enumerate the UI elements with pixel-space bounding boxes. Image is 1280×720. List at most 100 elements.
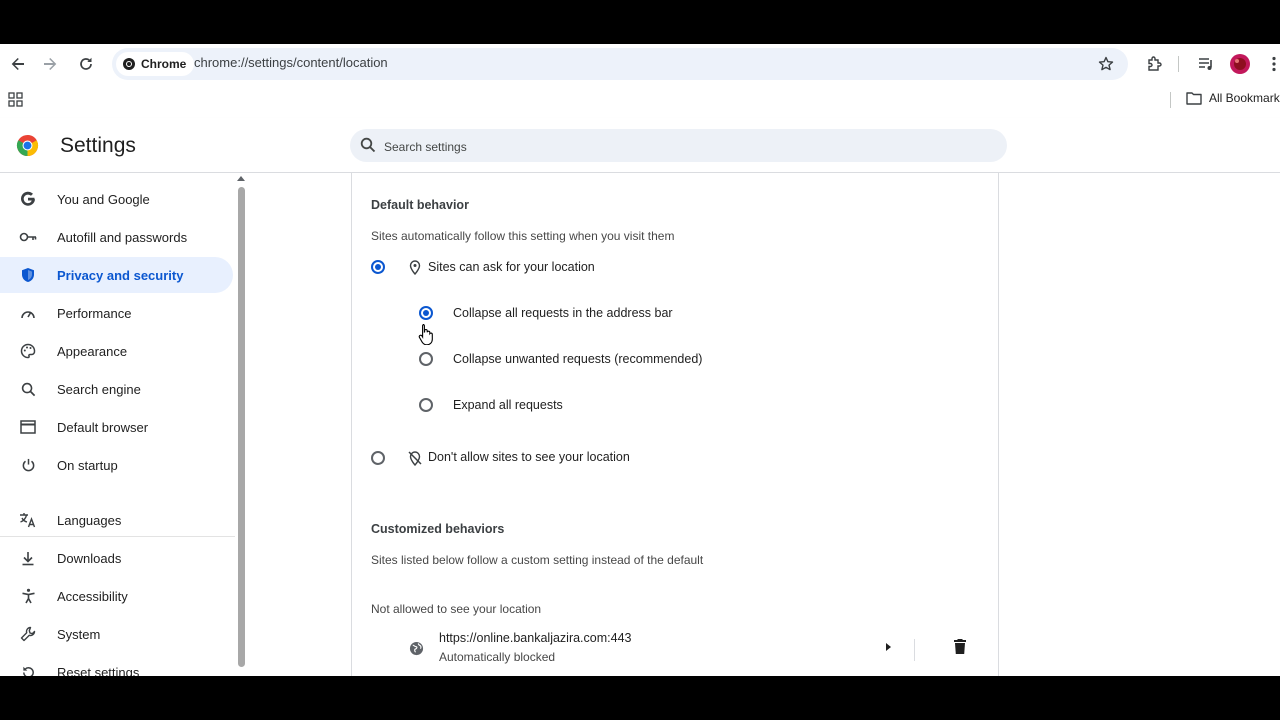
- folder-icon: [1186, 92, 1202, 105]
- location-settings-card: Default behavior Sites automatically fol…: [351, 173, 999, 676]
- all-bookmarks-button[interactable]: All Bookmarks: [1186, 91, 1280, 105]
- radio-expand-all[interactable]: [419, 398, 433, 412]
- site-url: https://online.bankaljazira.com:443: [439, 631, 632, 645]
- browser-window: Chrome chrome://settings/content/locatio…: [0, 44, 1280, 676]
- default-behavior-heading: Default behavior: [371, 198, 469, 212]
- sidebar-item-label: Performance: [57, 305, 132, 321]
- settings-main: Default behavior Sites automatically fol…: [248, 173, 1280, 676]
- radio-dont-allow[interactable]: [371, 451, 385, 465]
- option-dont-allow-label[interactable]: Don't allow sites to see your location: [428, 450, 630, 464]
- customized-behaviors-description: Sites listed below follow a custom setti…: [371, 553, 704, 567]
- profile-avatar[interactable]: [1228, 52, 1252, 76]
- toolbar-divider: [1178, 56, 1179, 72]
- sidebar-item-languages[interactable]: Languages: [0, 502, 233, 538]
- google-g-icon: [19, 190, 37, 208]
- chrome-logo-icon: [16, 134, 39, 157]
- delete-site-button[interactable]: [951, 637, 969, 655]
- sidebar-item-you-and-google[interactable]: You and Google: [0, 181, 233, 217]
- translate-icon: [19, 511, 37, 529]
- customized-behaviors-heading: Customized behaviors: [371, 522, 505, 536]
- reset-icon: [19, 663, 37, 676]
- option-sites-can-ask-label[interactable]: Sites can ask for your location: [428, 260, 595, 274]
- sidebar-item-performance[interactable]: Performance: [0, 295, 233, 331]
- trash-icon: [954, 638, 966, 654]
- radio-collapse-all[interactable]: [419, 306, 433, 320]
- site-info-chip[interactable]: Chrome: [116, 52, 195, 76]
- apps-button[interactable]: [8, 92, 23, 112]
- key-icon: [19, 228, 37, 246]
- accessibility-icon: [19, 587, 37, 605]
- sidebar-item-downloads[interactable]: Downloads: [0, 540, 233, 576]
- bookmark-star-button[interactable]: [1094, 52, 1118, 76]
- site-details-button[interactable]: [880, 639, 896, 655]
- globe-icon: [409, 641, 424, 656]
- hand-cursor-icon: [418, 323, 433, 345]
- location-pin-icon: [409, 260, 421, 275]
- gauge-icon: [19, 304, 37, 322]
- avatar-icon: [1230, 54, 1250, 74]
- sidebar-item-system[interactable]: System: [0, 616, 233, 652]
- reload-button[interactable]: [74, 52, 98, 76]
- shield-icon: [19, 266, 37, 284]
- media-controls-button[interactable]: [1194, 52, 1218, 76]
- sidebar-item-reset-settings[interactable]: Reset settings: [0, 654, 233, 676]
- sidebar-item-label: Reset settings: [57, 664, 140, 677]
- radio-sites-can-ask[interactable]: [371, 260, 385, 274]
- bookmarks-bar: All Bookmarks: [0, 84, 1280, 116]
- settings-header: Settings: [0, 118, 1280, 173]
- option-expand-all-label[interactable]: Expand all requests: [453, 398, 563, 412]
- sidebar-item-label: Privacy and security: [57, 267, 184, 283]
- sidebar-item-on-startup[interactable]: On startup: [0, 447, 233, 483]
- extensions-button[interactable]: [1143, 52, 1167, 76]
- sidebar-item-label: Downloads: [57, 550, 122, 566]
- kebab-menu-icon: [1272, 56, 1276, 72]
- star-icon: [1098, 56, 1114, 71]
- sidebar-item-accessibility[interactable]: Accessibility: [0, 578, 233, 614]
- search-input[interactable]: [382, 129, 986, 164]
- not-allowed-heading: Not allowed to see your location: [371, 602, 542, 616]
- sidebar-item-default-browser[interactable]: Default browser: [0, 409, 233, 445]
- site-row[interactable]: https://online.bankaljazira.com:443 Auto…: [352, 628, 998, 676]
- wrench-icon: [19, 625, 37, 643]
- search-icon: [360, 137, 376, 153]
- browser-window-icon: [19, 418, 37, 436]
- sidebar-item-label: Accessibility: [57, 588, 128, 604]
- row-divider: [914, 639, 915, 661]
- sidebar-item-autofill[interactable]: Autofill and passwords: [0, 219, 233, 255]
- sidebar-item-label: You and Google: [57, 191, 150, 207]
- palette-icon: [19, 342, 37, 360]
- site-status: Automatically blocked: [439, 650, 556, 664]
- url-text[interactable]: chrome://settings/content/location: [194, 55, 388, 70]
- sidebar-item-appearance[interactable]: Appearance: [0, 333, 233, 369]
- bookmarks-divider: [1170, 92, 1171, 108]
- search-settings-box[interactable]: [350, 129, 1007, 164]
- media-queue-icon: [1199, 58, 1212, 70]
- sidebar-item-label: Default browser: [57, 419, 149, 435]
- reload-icon: [80, 57, 92, 70]
- forward-button[interactable]: [38, 52, 62, 76]
- back-arrow-icon: [11, 58, 24, 70]
- apps-grid-icon: [8, 92, 23, 107]
- sidebar-item-label: Search engine: [57, 381, 141, 397]
- sidebar-scrollbar-thumb[interactable]: [238, 187, 245, 667]
- sidebar-item-search-engine[interactable]: Search engine: [0, 371, 233, 407]
- arrow-right-icon: [886, 643, 891, 651]
- option-collapse-all-label[interactable]: Collapse all requests in the address bar: [453, 306, 673, 320]
- chrome-logo-icon: [123, 58, 135, 70]
- back-button[interactable]: [6, 52, 30, 76]
- default-behavior-description: Sites automatically follow this setting …: [371, 229, 675, 243]
- chrome-menu-button[interactable]: [1262, 52, 1280, 76]
- sidebar-item-label: On startup: [57, 457, 118, 473]
- option-collapse-unwanted-label[interactable]: Collapse unwanted requests (recommended): [453, 352, 702, 366]
- chip-label: Chrome: [141, 57, 187, 71]
- sidebar-item-privacy[interactable]: Privacy and security: [0, 257, 233, 293]
- forward-arrow-icon: [44, 58, 57, 70]
- scroll-up-arrow[interactable]: [237, 176, 245, 181]
- download-icon: [19, 549, 37, 567]
- settings-sidebar: You and Google Autofill and passwords Pr…: [0, 173, 248, 676]
- sidebar-item-label: Autofill and passwords: [57, 229, 188, 245]
- page-title: Settings: [60, 134, 136, 157]
- radio-collapse-unwanted[interactable]: [419, 352, 433, 366]
- power-icon: [19, 456, 37, 474]
- address-bar[interactable]: Chrome chrome://settings/content/locatio…: [112, 48, 1128, 80]
